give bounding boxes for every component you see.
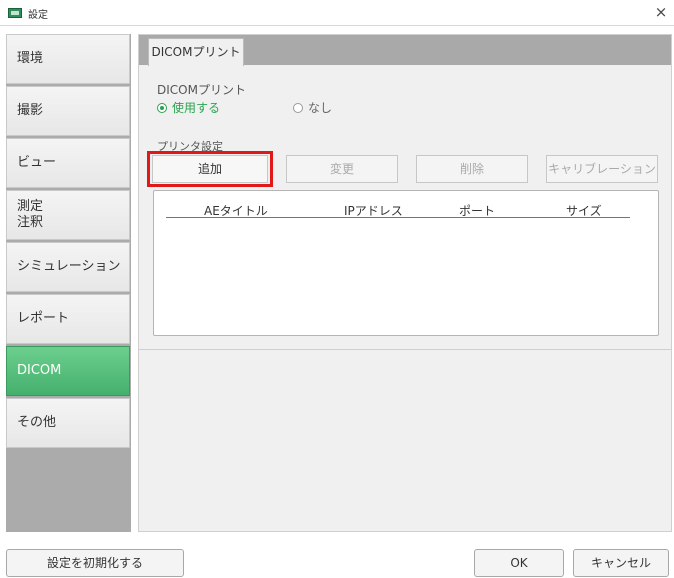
cancel-button[interactable]: キャンセル xyxy=(573,549,669,577)
sidebar-item-other[interactable]: その他 xyxy=(6,398,130,448)
table-header-underline xyxy=(166,217,630,218)
sidebar-item-dicom[interactable]: DICOM xyxy=(6,346,130,396)
sidebar-item-capture[interactable]: 撮影 xyxy=(6,86,130,136)
sidebar-item-view[interactable]: ビュー xyxy=(6,138,130,188)
sidebar-item-environment[interactable]: 環境 xyxy=(6,34,130,84)
sidebar-item-measurement-annotation[interactable]: 測定 注釈 xyxy=(6,190,130,240)
ok-button[interactable]: OK xyxy=(474,549,564,577)
sidebar-item-simulation[interactable]: シミュレーション xyxy=(6,242,130,292)
app-icon xyxy=(8,8,22,18)
tab-dicom-print[interactable]: DICOMプリント xyxy=(148,38,244,66)
window-title: 設定 xyxy=(28,10,48,21)
section-divider xyxy=(139,349,671,350)
radio-none[interactable]: なし xyxy=(293,99,332,116)
sidebar-item-report[interactable]: レポート xyxy=(6,294,130,344)
dicom-print-label: DICOMプリント xyxy=(157,83,246,97)
delete-button[interactable]: 削除 xyxy=(416,155,528,183)
reset-settings-button[interactable]: 設定を初期化する xyxy=(6,549,184,577)
printer-table[interactable]: AEタイトル IPアドレス ポート サイズ xyxy=(153,190,659,336)
close-button[interactable]: × xyxy=(652,3,670,21)
radio-selected-icon xyxy=(157,102,167,113)
radio-unselected-icon xyxy=(293,102,303,113)
settings-panel: DICOMプリント DICOMプリント 使用する なし プリンタ設定 追加 変更… xyxy=(138,34,672,532)
radio-use-label: 使用する xyxy=(172,101,221,115)
calibration-button[interactable]: キャリブレーション xyxy=(546,155,658,183)
sidebar: 環境 撮影 ビュー 測定 注釈 シミュレーション レポート DICOM その他 xyxy=(6,34,131,532)
radio-use[interactable]: 使用する xyxy=(157,99,220,116)
change-button[interactable]: 変更 xyxy=(286,155,398,183)
add-button-highlight xyxy=(147,151,273,187)
tab-strip: DICOMプリント xyxy=(139,35,671,66)
title-bar: 設定 × xyxy=(0,0,674,26)
radio-none-label: なし xyxy=(308,101,333,115)
